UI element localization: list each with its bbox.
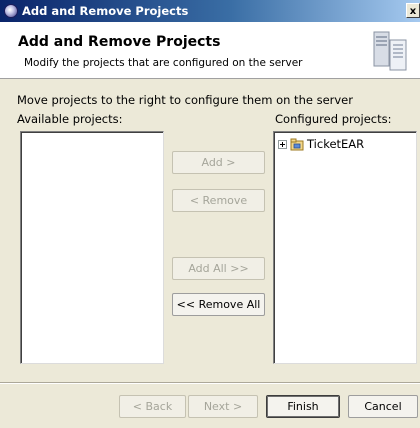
add-button[interactable]: Add >: [172, 151, 265, 174]
wizard-banner: Add and Remove Projects Modify the proje…: [0, 22, 420, 79]
server-wizard-icon: [373, 31, 407, 71]
window-title: Add and Remove Projects: [22, 4, 189, 18]
banner-description: Modify the projects that are configured …: [24, 57, 303, 69]
configured-projects-label: Configured projects:: [275, 112, 392, 126]
ear-project-icon: [290, 138, 304, 151]
instruction-text: Move projects to the right to configure …: [17, 93, 353, 107]
banner-title: Add and Remove Projects: [18, 34, 221, 50]
close-button[interactable]: x: [406, 3, 420, 18]
tree-item-ticketear[interactable]: TicketEAR: [278, 136, 364, 152]
expand-icon[interactable]: [278, 139, 287, 149]
title-bar: Add and Remove Projects x: [0, 0, 420, 22]
available-projects-list[interactable]: [20, 131, 164, 364]
remove-all-button[interactable]: << Remove All: [172, 293, 265, 316]
available-projects-label: Available projects:: [17, 112, 123, 126]
next-button[interactable]: Next >: [188, 395, 258, 418]
finish-button[interactable]: Finish: [266, 395, 340, 418]
eclipse-app-icon: [4, 4, 18, 18]
remove-button[interactable]: < Remove: [172, 189, 265, 212]
back-button[interactable]: < Back: [119, 395, 186, 418]
configured-projects-list[interactable]: TicketEAR: [273, 131, 417, 364]
cancel-button[interactable]: Cancel: [348, 395, 418, 418]
footer-separator: [0, 382, 420, 384]
add-all-button[interactable]: Add All >>: [172, 257, 265, 280]
tree-item-label: TicketEAR: [307, 137, 365, 151]
